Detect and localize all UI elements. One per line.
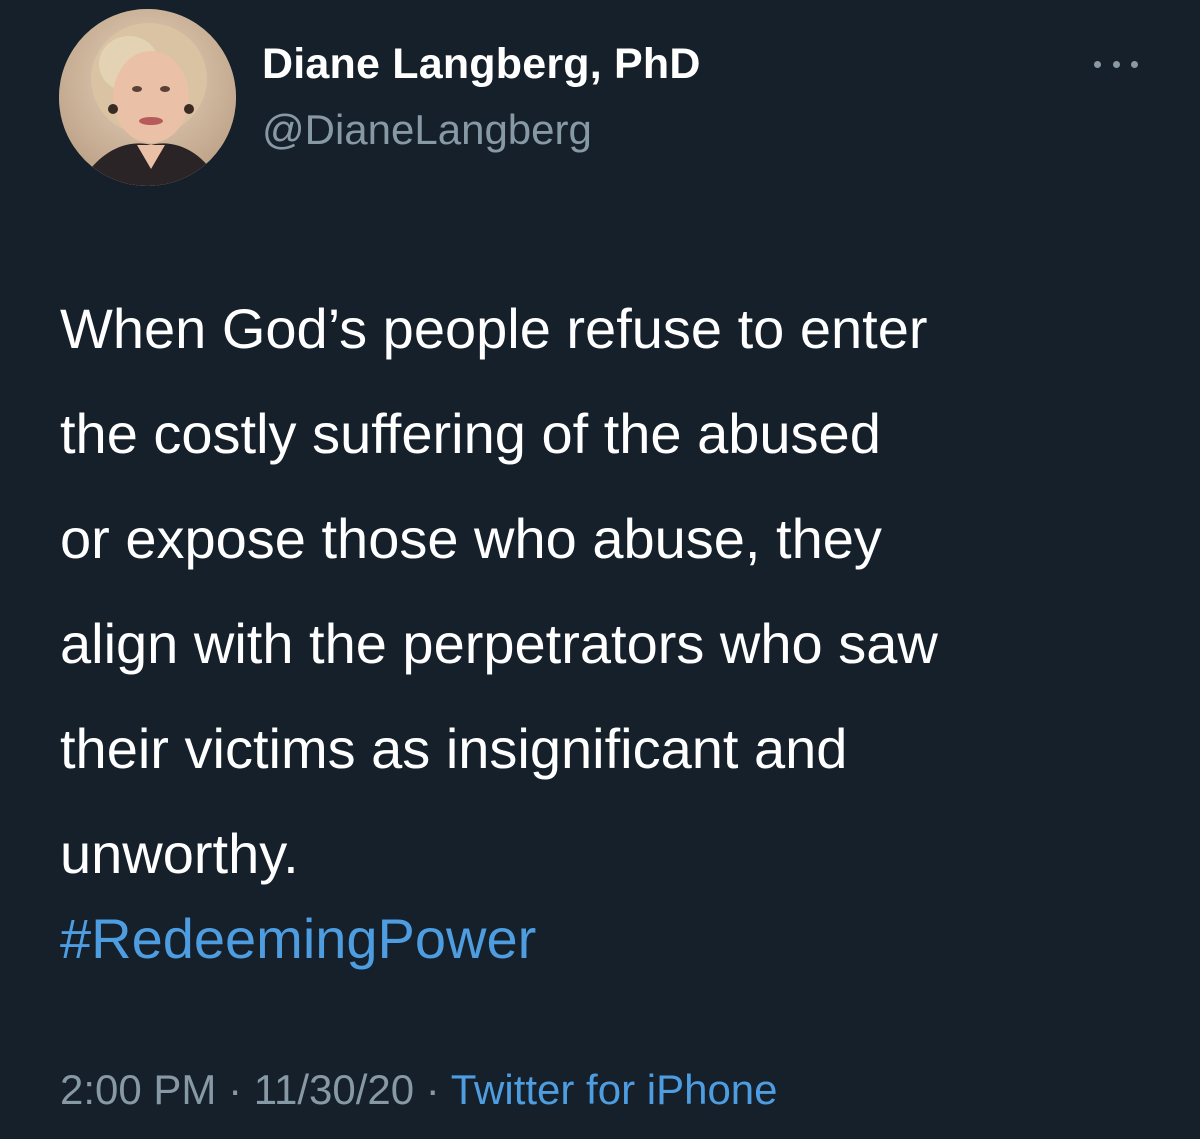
display-name[interactable]: Diane Langberg, PhD bbox=[262, 40, 701, 89]
avatar-portrait-image bbox=[59, 9, 236, 186]
tweet-time[interactable]: 2:00 PM bbox=[60, 1066, 216, 1113]
more-options-button[interactable] bbox=[1094, 52, 1138, 76]
hashtag-link[interactable]: #RedeemingPower bbox=[60, 906, 536, 971]
tweet: Diane Langberg, PhD @DianeLangberg When … bbox=[0, 0, 1200, 1139]
tweet-source-link[interactable]: Twitter for iPhone bbox=[451, 1066, 778, 1113]
tweet-metadata: 2:00 PM · 11/30/20 · Twitter for iPhone bbox=[60, 1066, 778, 1114]
more-horizontal-icon-dot bbox=[1131, 60, 1138, 68]
user-handle[interactable]: @DianeLangberg bbox=[262, 106, 592, 154]
meta-separator: · bbox=[216, 1066, 254, 1113]
tweet-date[interactable]: 11/30/20 bbox=[254, 1066, 414, 1113]
tweet-text: When God’s people refuse to enter the co… bbox=[60, 297, 938, 885]
more-horizontal-icon bbox=[1094, 60, 1101, 68]
meta-separator: · bbox=[414, 1066, 451, 1113]
more-horizontal-icon-dot bbox=[1112, 60, 1120, 68]
avatar[interactable] bbox=[59, 9, 236, 186]
